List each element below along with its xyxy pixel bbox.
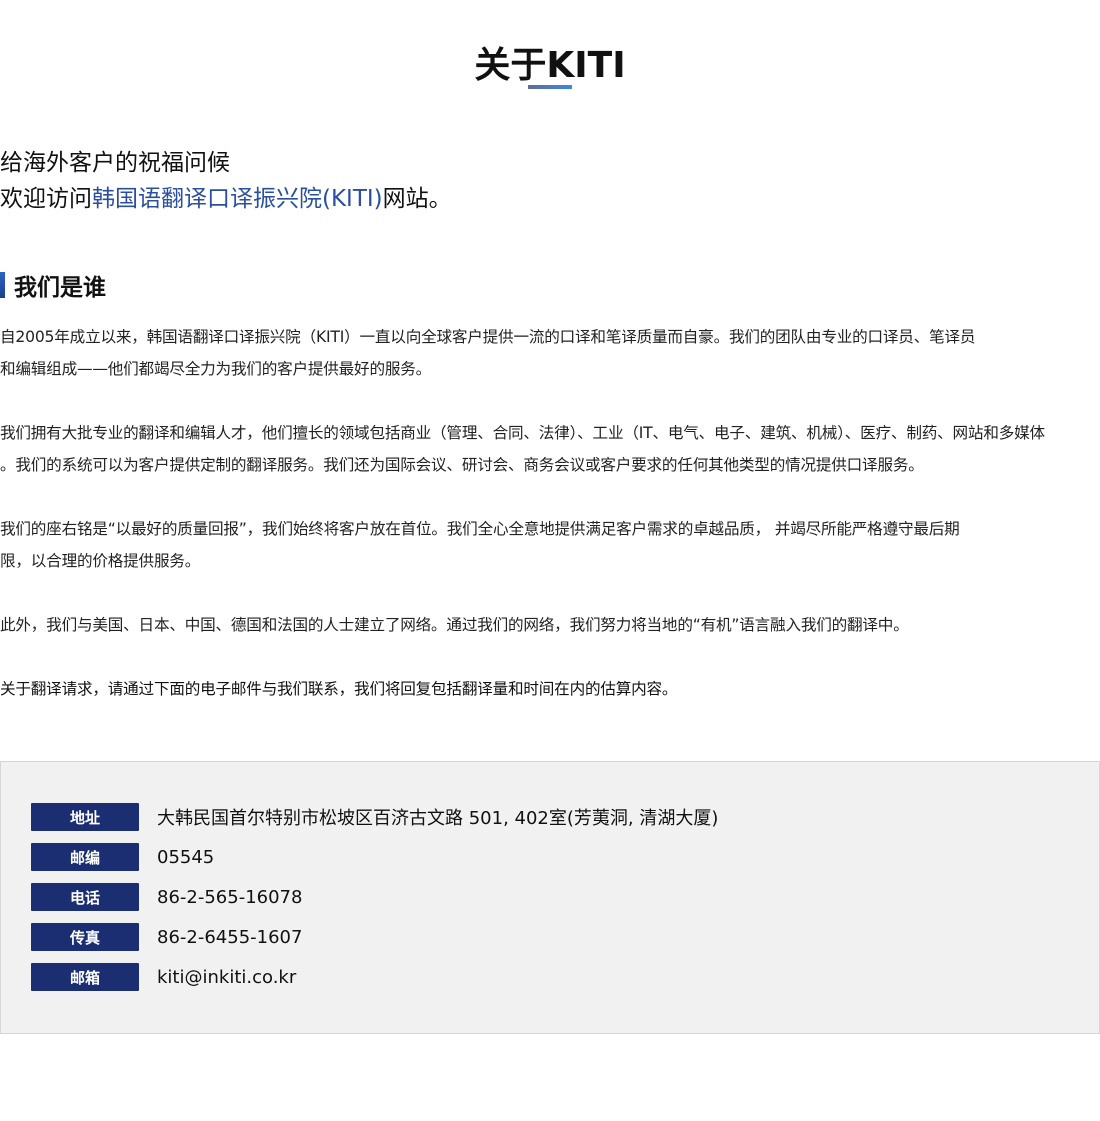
greeting-prefix: 欢迎访问: [0, 186, 92, 212]
contact-value-postcode: 05545: [157, 846, 215, 868]
greeting-line-1: 给海外客户的祝福问候: [0, 150, 230, 176]
contact-label-address: 地址: [31, 803, 139, 831]
page-title: 关于KITI: [474, 45, 626, 87]
contact-row-phone: 电话 86-2-565-16078: [31, 883, 302, 911]
section-heading-text: 我们是谁: [14, 275, 106, 301]
paragraph-line: 关于翻译请求，请通过下面的电子邮件与我们联系，我们将回复包括翻译量和时间在内的估…: [0, 680, 678, 698]
paragraph-line: 此外，我们与美国、日本、中国、德国和法国的人士建立了网络。通过我们的网络，我们努…: [0, 616, 909, 634]
network-paragraph: 此外，我们与美国、日本、中国、德国和法国的人士建立了网络。通过我们的网络，我们努…: [0, 609, 1100, 641]
contact-label-email: 邮箱: [31, 963, 139, 991]
paragraph-line: 我们拥有大批专业的翻译和编辑人才，他们擅长的领域包括商业（管理、合同、法律）、工…: [0, 424, 1045, 442]
expertise-paragraph: 我们拥有大批专业的翻译和编辑人才，他们擅长的领域包括商业（管理、合同、法律）、工…: [0, 417, 1100, 481]
motto-paragraph: 我们的座右铭是“以最好的质量回报”，我们始终将客户放在首位。我们全心全意地提供满…: [0, 513, 1100, 577]
contact-row-fax: 传真 86-2-6455-1607: [31, 923, 302, 951]
contact-row-email: 邮箱 kiti@inkiti.co.kr: [31, 963, 296, 991]
contact-info-box: 地址 大韩民国首尔特别市松坡区百济古文路 501, 402室(芳荑洞, 清湖大厦…: [0, 761, 1100, 1034]
contact-value-email[interactable]: kiti@inkiti.co.kr: [157, 967, 296, 988]
request-paragraph: 关于翻译请求，请通过下面的电子邮件与我们联系，我们将回复包括翻译量和时间在内的估…: [0, 673, 1100, 705]
intro-paragraph: 自2005年成立以来，韩国语翻译口译振兴院（KITI）一直以向全球客户提供一流的…: [0, 321, 1100, 385]
contact-label-postcode: 邮编: [31, 843, 139, 871]
greeting-block: 给海外客户的祝福问候 欢迎访问韩国语翻译口译振兴院(KITI)网站。: [0, 145, 452, 217]
paragraph-line: 和编辑组成——他们都竭尽全力为我们的客户提供最好的服务。: [0, 360, 432, 378]
greeting-suffix: 网站。: [382, 186, 452, 212]
institute-name: 韩国语翻译口译振兴院(KITI): [92, 186, 383, 212]
contact-row-postcode: 邮编 05545: [31, 843, 214, 871]
contact-label-phone: 电话: [31, 883, 139, 911]
contact-value-fax: 86-2-6455-1607: [157, 926, 303, 948]
paragraph-line: 限，以合理的价格提供服务。: [0, 552, 201, 570]
greeting-line-2: 欢迎访问韩国语翻译口译振兴院(KITI)网站。: [0, 181, 452, 217]
paragraph-line: 。我们的系统可以为客户提供定制的翻译服务。我们还为国际会议、研讨会、商务会议或客…: [0, 456, 924, 474]
paragraph-line: 自2005年成立以来，韩国语翻译口译振兴院（KITI）一直以向全球客户提供一流的…: [0, 328, 976, 346]
paragraph-line: 我们的座右铭是“以最好的质量回报”，我们始终将客户放在首位。我们全心全意地提供满…: [0, 520, 960, 538]
contact-row-address: 地址 大韩民国首尔特别市松坡区百济古文路 501, 402室(芳荑洞, 清湖大厦…: [31, 803, 718, 831]
section-heading: 我们是谁: [0, 268, 106, 302]
heading-accent-bar: [0, 272, 5, 298]
contact-value-address: 大韩民国首尔特别市松坡区百济古文路 501, 402室(芳荑洞, 清湖大厦): [157, 808, 719, 829]
contact-value-phone[interactable]: 86-2-565-16078: [157, 887, 302, 908]
title-underline: [528, 85, 572, 89]
contact-label-fax: 传真: [31, 923, 139, 951]
